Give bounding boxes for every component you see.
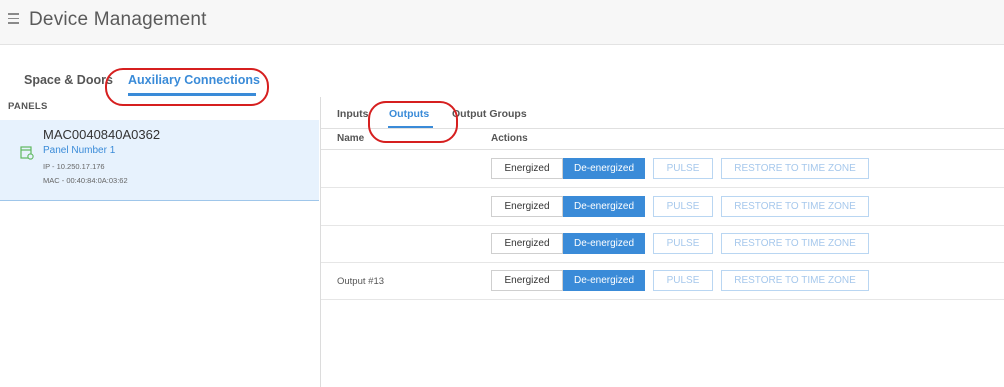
energized-button[interactable]: Energized [491,270,563,291]
restore-to-time-zone-button[interactable]: RESTORE TO TIME ZONE [721,158,869,179]
table-row: Energized De-energized PULSE RESTORE TO … [321,225,1004,263]
table-row: Output #13 Energized De-energized PULSE … [321,262,1004,300]
hamburger-icon[interactable] [8,13,19,24]
output-name: Output #13 [337,276,385,287]
panel-name: MAC0040840A0362 [43,127,161,142]
outputs-pane: Inputs Outputs Output Groups Name Action… [321,97,1004,387]
active-tab-underline [128,93,256,96]
deenergized-button[interactable]: De-energized [563,196,645,217]
panels-sidebar: PANELS MAC0040840A0362 Panel Number 1 IP… [0,97,321,387]
deenergized-button[interactable]: De-energized [563,233,645,254]
top-bar: Device Management [0,0,1004,45]
deenergized-button[interactable]: De-energized [563,158,645,179]
panel-ip: IP - 10.250.17.176 [43,162,105,171]
panels-heading: PANELS [8,101,48,112]
restore-to-time-zone-button[interactable]: RESTORE TO TIME ZONE [721,196,869,217]
energized-button[interactable]: Energized [491,233,563,254]
table-row: Energized De-energized PULSE RESTORE TO … [321,188,1004,226]
panel-subtitle: Panel Number 1 [43,145,116,156]
energized-button[interactable]: Energized [491,158,563,179]
tab-space-and-doors[interactable]: Space & Doors [24,73,113,87]
deenergized-button[interactable]: De-energized [563,270,645,291]
panel-mac: MAC - 00:40:84:0A:03:62 [43,176,128,185]
divider [321,128,1004,129]
pulse-button[interactable]: PULSE [653,196,713,217]
tab-outputs[interactable]: Outputs [389,108,429,120]
tab-auxiliary-connections[interactable]: Auxiliary Connections [128,73,260,87]
tab-output-groups[interactable]: Output Groups [452,108,527,120]
restore-to-time-zone-button[interactable]: RESTORE TO TIME ZONE [721,233,869,254]
pulse-button[interactable]: PULSE [653,270,713,291]
table-row: Energized De-energized PULSE RESTORE TO … [321,150,1004,188]
panel-list-item[interactable]: MAC0040840A0362 Panel Number 1 IP - 10.2… [0,120,319,201]
page-title: Device Management [29,9,207,30]
energized-button[interactable]: Energized [491,196,563,217]
column-header-name: Name [337,133,365,144]
pulse-button[interactable]: PULSE [653,158,713,179]
column-header-actions: Actions [491,133,528,144]
panel-icon [20,146,34,160]
tab-inputs[interactable]: Inputs [337,108,369,120]
pulse-button[interactable]: PULSE [653,233,713,254]
restore-to-time-zone-button[interactable]: RESTORE TO TIME ZONE [721,270,869,291]
